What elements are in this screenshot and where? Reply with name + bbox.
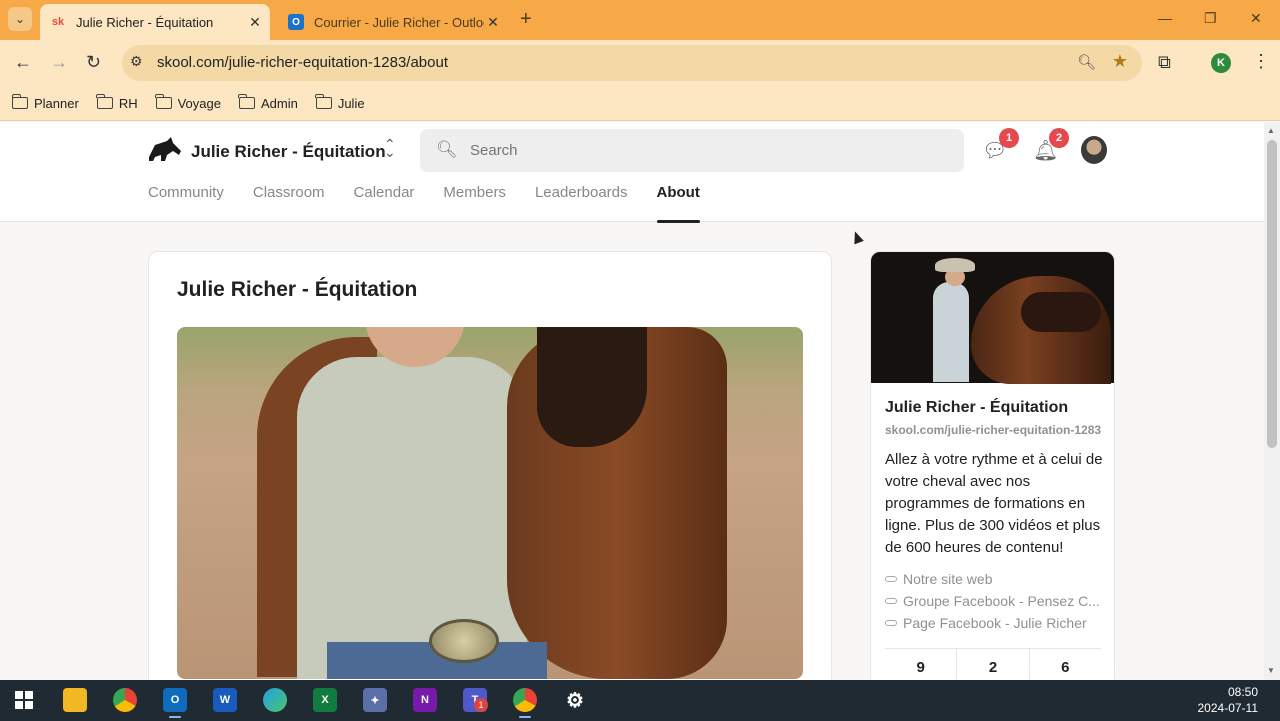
group-url: skool.com/julie-richer-equitation-1283	[885, 423, 1102, 437]
tab-skool[interactable]: sk Julie Richer - Équitation ✕	[40, 4, 270, 40]
system-clock[interactable]: 08:50 2024-07-11	[1198, 684, 1259, 716]
settings-gear-icon[interactable]: ⚙	[563, 688, 587, 712]
word-icon[interactable]: W	[213, 688, 237, 712]
folder-icon	[96, 94, 113, 109]
folder-icon	[315, 94, 332, 109]
group-logo-icon[interactable]	[147, 135, 183, 163]
stat-2: 2	[957, 649, 1030, 680]
restore-button[interactable]: ❐	[1204, 10, 1217, 27]
notification-badge: 2	[1049, 128, 1069, 148]
windows-start-icon[interactable]	[12, 688, 36, 712]
chrome-icon[interactable]	[113, 688, 137, 712]
chat-badge: 1	[999, 128, 1019, 148]
search-box[interactable]: 🔍︎	[420, 129, 964, 172]
user-avatar[interactable]	[1081, 136, 1107, 164]
tab-close-icon[interactable]: ✕	[484, 14, 502, 31]
stat-3: 6	[1061, 659, 1070, 676]
clock-date: 2024-07-11	[1197, 701, 1259, 715]
extensions-icon[interactable]: ⧉	[1158, 52, 1171, 73]
nav-leaderboards[interactable]: Leaderboards	[535, 184, 628, 222]
group-name[interactable]: Julie Richer - Équitation	[191, 142, 386, 162]
excel-icon[interactable]: X	[313, 688, 337, 712]
group-info-name: Julie Richer - Équitation	[885, 399, 1069, 416]
zoom-icon[interactable]: 🔍︎	[1077, 53, 1096, 71]
nav-classroom[interactable]: Classroom	[253, 184, 325, 222]
site-header: Julie Richer - Équitation ⌃⌄ 🔍︎ 💬︎ 1 🔔︎ …	[0, 122, 1264, 223]
page-scrollbar[interactable]: ▲ ▼	[1264, 122, 1280, 680]
hero-buckle	[429, 619, 499, 663]
back-button[interactable]: ←	[14, 52, 32, 73]
bookmark-voyage[interactable]: Voyage	[155, 94, 221, 111]
group-stats: 9 2 6	[885, 648, 1101, 680]
tab-close-icon[interactable]: ✕	[246, 14, 264, 31]
link-facebook-page[interactable]: Page Facebook - Julie Richer	[885, 612, 1100, 634]
url-text[interactable]: skool.com/julie-richer-equitation-1283/a…	[157, 54, 448, 71]
nav-calendar[interactable]: Calendar	[354, 184, 415, 222]
tab-title: Courrier - Julie Richer - Outlook	[314, 14, 484, 30]
link-icon	[885, 620, 897, 626]
about-card: Julie Richer - Équitation	[148, 251, 832, 680]
bookmark-star-icon[interactable]: ★	[1112, 51, 1128, 72]
scroll-up-icon[interactable]: ▲	[1267, 126, 1275, 135]
scrollbar-thumb[interactable]	[1267, 140, 1277, 448]
link-icon	[885, 598, 897, 604]
teams-badge: 1	[474, 698, 488, 712]
tab-title: Julie Richer - Équitation	[76, 14, 214, 30]
nav-members[interactable]: Members	[443, 184, 506, 222]
cover-horse-head	[1021, 292, 1101, 332]
site-info-icon[interactable]: ⚙	[130, 53, 143, 70]
new-tab-button[interactable]: +	[520, 8, 532, 31]
browser-toolbar: ← → ↻ ⚙ skool.com/julie-richer-equitatio…	[0, 40, 1280, 86]
group-description: Allez à votre rythme et à celui de votre…	[885, 451, 1103, 556]
page-title: Julie Richer - Équitation	[177, 278, 418, 301]
cover-rider	[933, 282, 969, 382]
nav-about[interactable]: About	[656, 184, 701, 223]
group-cover-image[interactable]	[871, 252, 1114, 384]
page-content: Julie Richer - Équitation ⌃⌄ 🔍︎ 💬︎ 1 🔔︎ …	[0, 122, 1264, 680]
close-window-button[interactable]: ✕	[1250, 10, 1262, 27]
onenote-icon[interactable]: N	[413, 688, 437, 712]
folder-icon	[155, 94, 172, 109]
address-bar[interactable]: ⚙ skool.com/julie-richer-equitation-1283…	[122, 45, 1142, 81]
group-links: Notre site web Groupe Facebook - Pensez …	[885, 568, 1100, 634]
chrome-active-icon[interactable]	[513, 688, 537, 718]
app-icon[interactable]: ✦	[363, 688, 387, 712]
windows-taskbar: O W X ✦ N T 1 ⚙ 08:50 2024-07-11	[0, 680, 1280, 721]
link-facebook-group[interactable]: Groupe Facebook - Pensez C...	[885, 590, 1100, 612]
folder-icon	[238, 94, 255, 109]
nav-community[interactable]: Community	[148, 184, 224, 222]
clock-time: 08:50	[1227, 685, 1258, 699]
outlook-favicon-icon: O	[288, 14, 304, 30]
minimize-button[interactable]: —	[1158, 10, 1172, 26]
search-input[interactable]	[470, 129, 950, 172]
edge-icon[interactable]	[263, 688, 287, 712]
browser-tab-strip: ⌄ sk Julie Richer - Équitation ✕ O Courr…	[0, 0, 1280, 40]
file-explorer-icon[interactable]	[63, 688, 87, 712]
stat-1: 9	[885, 649, 958, 680]
tab-search-button[interactable]: ⌄	[8, 7, 32, 31]
bookmark-admin[interactable]: Admin	[238, 94, 298, 111]
bookmark-rh[interactable]: RH	[96, 94, 138, 111]
bookmark-julie[interactable]: Julie	[315, 94, 365, 111]
group-switcher-icon[interactable]: ⌃ ⌄	[384, 137, 396, 159]
main-nav: Community Classroom Calendar Members Lea…	[148, 184, 729, 223]
browser-menu-icon[interactable]: ⋮	[1252, 51, 1270, 72]
link-website[interactable]: Notre site web	[885, 568, 1100, 590]
bookmark-planner[interactable]: Planner	[11, 94, 79, 111]
forward-button[interactable]: →	[50, 52, 68, 73]
scroll-down-icon[interactable]: ▼	[1267, 666, 1275, 675]
tab-outlook[interactable]: O Courrier - Julie Richer - Outlook ✕	[278, 4, 508, 40]
mouse-cursor	[850, 229, 864, 245]
group-info-card: Julie Richer - Équitation skool.com/juli…	[870, 251, 1115, 680]
link-icon	[885, 576, 897, 582]
folder-icon	[11, 94, 28, 109]
cover-hat	[935, 258, 975, 272]
profile-avatar[interactable]: K	[1211, 53, 1231, 73]
hero-image[interactable]	[177, 327, 803, 679]
outlook-icon[interactable]: O	[163, 688, 187, 718]
bookmarks-bar: Planner RH Voyage Admin Julie	[0, 86, 1280, 121]
search-icon: 🔍︎	[436, 140, 458, 159]
reload-button[interactable]: ↻	[86, 52, 101, 73]
skool-favicon-icon: sk	[51, 16, 65, 28]
